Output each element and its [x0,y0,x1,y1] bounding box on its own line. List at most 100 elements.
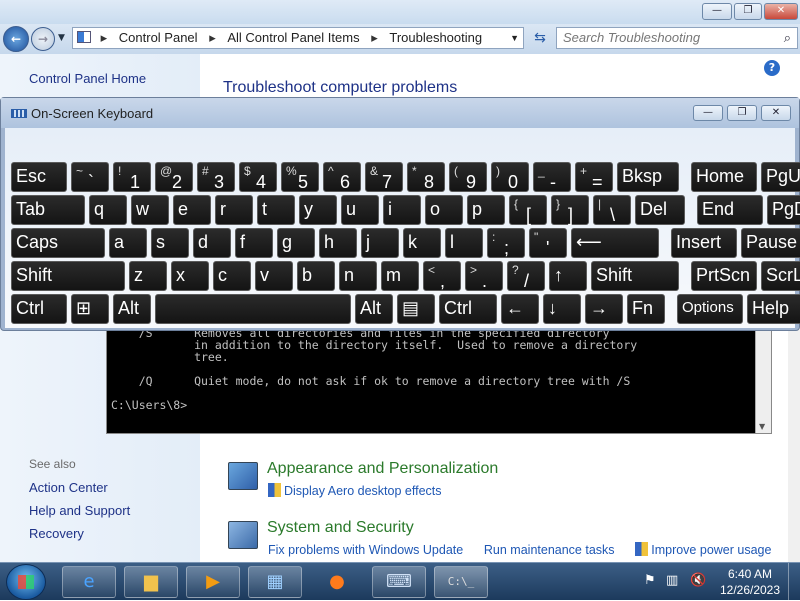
key-caps[interactable]: Caps [11,228,105,258]
key-f[interactable]: f [235,228,273,258]
key-sym9[interactable]: → [585,294,623,324]
search-input[interactable]: Search Troubleshooting ⌕ [556,27,798,49]
key-a[interactable]: a [109,228,147,258]
key-c[interactable]: c [213,261,251,291]
improve-power-link[interactable]: Improve power usage [651,543,771,557]
key-b[interactable]: b [297,261,335,291]
action-center-flag-icon[interactable]: ⚑ [644,573,656,588]
help-and-support-link[interactable]: Help and Support [29,503,130,518]
key-3[interactable]: #3 [197,162,235,192]
key-shift[interactable]: Shift [591,261,679,291]
key-alt[interactable]: Alt [113,294,151,324]
key-8[interactable]: * 8 [407,162,445,192]
refresh-icon[interactable]: ⇆ [530,30,550,48]
key-sym1[interactable]: ⊞ [71,294,109,324]
taskbar-control-panel[interactable]: ▦ [248,566,302,598]
start-button[interactable] [6,564,46,600]
category-title[interactable]: System and Security [267,519,414,537]
key-7[interactable]: & 7 [365,162,403,192]
taskbar-explorer[interactable]: ▆ [124,566,178,598]
breadcrumb-item[interactable]: Control Panel [119,28,198,48]
key-i[interactable]: i [383,195,421,225]
key-home[interactable]: Home [691,162,757,192]
key-sym8[interactable]: ↓ [543,294,581,324]
key-p[interactable]: p [467,195,505,225]
key-y[interactable]: y [299,195,337,225]
key-sym13[interactable]: | \ [593,195,631,225]
key-t[interactable]: t [257,195,295,225]
recovery-link[interactable]: Recovery [29,526,84,541]
key-alt[interactable]: Alt [355,294,393,324]
key-w[interactable]: w [131,195,169,225]
key-options[interactable]: Options [677,294,743,324]
maximize-button[interactable]: ❐ [734,3,762,20]
command-prompt-window[interactable]: /S Removes all directories and files in … [106,322,772,434]
taskbar-cmd[interactable]: C:\_ [434,566,488,598]
address-field[interactable]: ▸ Control Panel ▸ All Control Panel Item… [72,27,524,49]
key-6[interactable]: ^ 6 [323,162,361,192]
key-pause[interactable]: Pause [741,228,800,258]
key-q[interactable]: q [89,195,127,225]
recent-pages-chevron-icon[interactable]: ▼ [58,33,65,43]
scroll-down-icon[interactable]: ▼ [759,422,765,431]
key-pgup[interactable]: PgUp [761,162,800,192]
key-sym10[interactable]: :; [487,228,525,258]
key-sym10[interactable]: ? / [507,261,545,291]
key-sym13[interactable]: + = [575,162,613,192]
show-desktop-button[interactable] [788,563,800,601]
display-aero-link[interactable]: Display Aero desktop effects [284,484,442,498]
key-v[interactable]: v [255,261,293,291]
key-m[interactable]: m [381,261,419,291]
key-d[interactable]: d [193,228,231,258]
key-j[interactable]: j [361,228,399,258]
volume-muted-icon[interactable]: 🔇 [690,573,706,588]
osk-maximize-button[interactable]: ❐ [727,105,757,121]
key-sym12[interactable]: _ - [533,162,571,192]
key-esc[interactable]: Esc [11,162,67,192]
key-n[interactable]: n [339,261,377,291]
key-x[interactable]: x [171,261,209,291]
key-z[interactable]: z [129,261,167,291]
key-pgdn[interactable]: PgDn [767,195,800,225]
category-title[interactable]: Appearance and Personalization [267,460,498,478]
key-sym11[interactable]: ↑ [549,261,587,291]
key-fn[interactable]: Fn [627,294,665,324]
key-o[interactable]: o [425,195,463,225]
key-bksp[interactable]: Bksp [617,162,679,192]
key-prtscn[interactable]: PrtScn [691,261,757,291]
osk-minimize-button[interactable]: — [693,105,723,121]
key-r[interactable]: r [215,195,253,225]
key-tab[interactable]: Tab [11,195,85,225]
network-icon[interactable]: ▥ [666,573,678,588]
help-icon[interactable]: ? [764,60,780,76]
key-scrlk[interactable]: ScrLk [761,261,800,291]
key-space[interactable] [155,294,351,324]
taskbar-osk[interactable]: ⌨ [372,566,426,598]
minimize-button[interactable]: — [702,3,732,20]
key-u[interactable]: u [341,195,379,225]
key-del[interactable]: Del [635,195,685,225]
key-shift[interactable]: Shift [11,261,125,291]
key-e[interactable]: e [173,195,211,225]
taskbar-media-player[interactable]: ▶ [186,566,240,598]
forward-button[interactable]: → [31,27,55,51]
fix-windows-update-link[interactable]: Fix problems with Windows Update [268,543,463,557]
key-h[interactable]: h [319,228,357,258]
key-help[interactable]: Help [747,294,800,324]
key-sym12[interactable]: }] [551,195,589,225]
key-0[interactable]: ) 0 [491,162,529,192]
close-button[interactable]: ✕ [764,3,798,20]
key-2[interactable]: @2 [155,162,193,192]
back-button[interactable]: ← [3,26,29,52]
address-dropdown-icon[interactable]: ▼ [510,28,519,48]
control-panel-home-link[interactable]: Control Panel Home [29,71,146,86]
osk-close-button[interactable]: ✕ [761,105,791,121]
key-5[interactable]: % 5 [281,162,319,192]
key-insert[interactable]: Insert [671,228,737,258]
breadcrumb-item[interactable]: Troubleshooting [389,28,482,48]
breadcrumb-item[interactable]: All Control Panel Items [227,28,359,48]
search-icon[interactable]: ⌕ [784,28,791,48]
key-sym11[interactable]: {[ [509,195,547,225]
key-sym7[interactable]: ← [501,294,539,324]
taskbar-ie[interactable]: e [62,566,116,598]
